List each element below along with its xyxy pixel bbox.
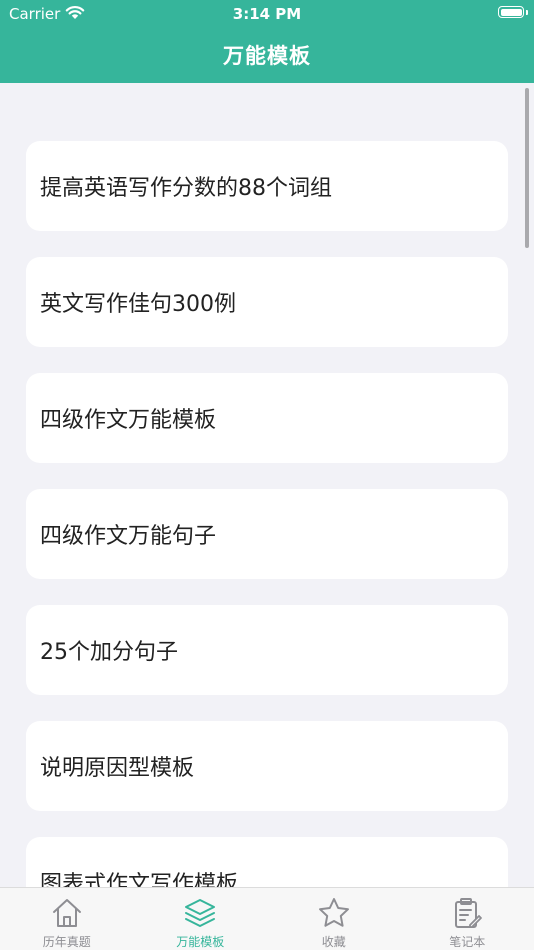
status-bar: Carrier 3:14 PM [0,0,534,28]
list-item[interactable]: 英文写作佳句300例 [26,257,508,347]
tab-label: 历年真题 [42,935,91,949]
status-time: 3:14 PM [232,5,302,23]
list-item-label: 四级作文万能句子 [40,524,217,549]
list-item[interactable]: 四级作文万能模板 [26,373,508,463]
battery-icon [498,6,524,18]
tab-favorites[interactable]: 收藏 [267,888,401,950]
tab-label: 万能模板 [176,935,225,949]
tab-past-exams[interactable]: 历年真题 [0,888,134,950]
tab-label: 收藏 [321,935,346,949]
list-item[interactable]: 提高英语写作分数的88个词组 [26,141,508,231]
clipboard-edit-icon [455,898,483,928]
layers-icon [185,899,216,927]
home-icon [52,899,81,927]
tab-bar: 历年真题 万能模板 收藏 笔记本 [0,887,534,950]
tab-templates[interactable]: 万能模板 [134,888,268,950]
list-item[interactable]: 图表式作文写作模板 [26,837,508,887]
battery-tip [526,10,528,15]
page-title: 万能模板 [223,44,311,68]
list-item-label: 说明原因型模板 [40,756,195,781]
list-item[interactable]: 说明原因型模板 [26,721,508,811]
template-list[interactable]: 提高英语写作分数的88个词组 英文写作佳句300例 四级作文万能模板 四级作文万… [0,83,534,887]
list-item-label: 提高英语写作分数的88个词组 [40,176,332,201]
star-icon [318,898,349,927]
tab-notebook[interactable]: 笔记本 [401,888,534,950]
list-item[interactable]: 25个加分句子 [26,605,508,695]
list-item[interactable]: 四级作文万能句子 [26,489,508,579]
list-item-label: 英文写作佳句300例 [40,292,236,317]
list-item-label: 四级作文万能模板 [40,408,217,433]
list-item-label: 图表式作文写作模板 [40,872,239,887]
scrollbar[interactable] [525,88,529,248]
tab-label: 笔记本 [449,935,486,949]
list-item-label: 25个加分句子 [40,640,178,665]
nav-header: Carrier 3:14 PM 万能模板 [0,0,534,83]
